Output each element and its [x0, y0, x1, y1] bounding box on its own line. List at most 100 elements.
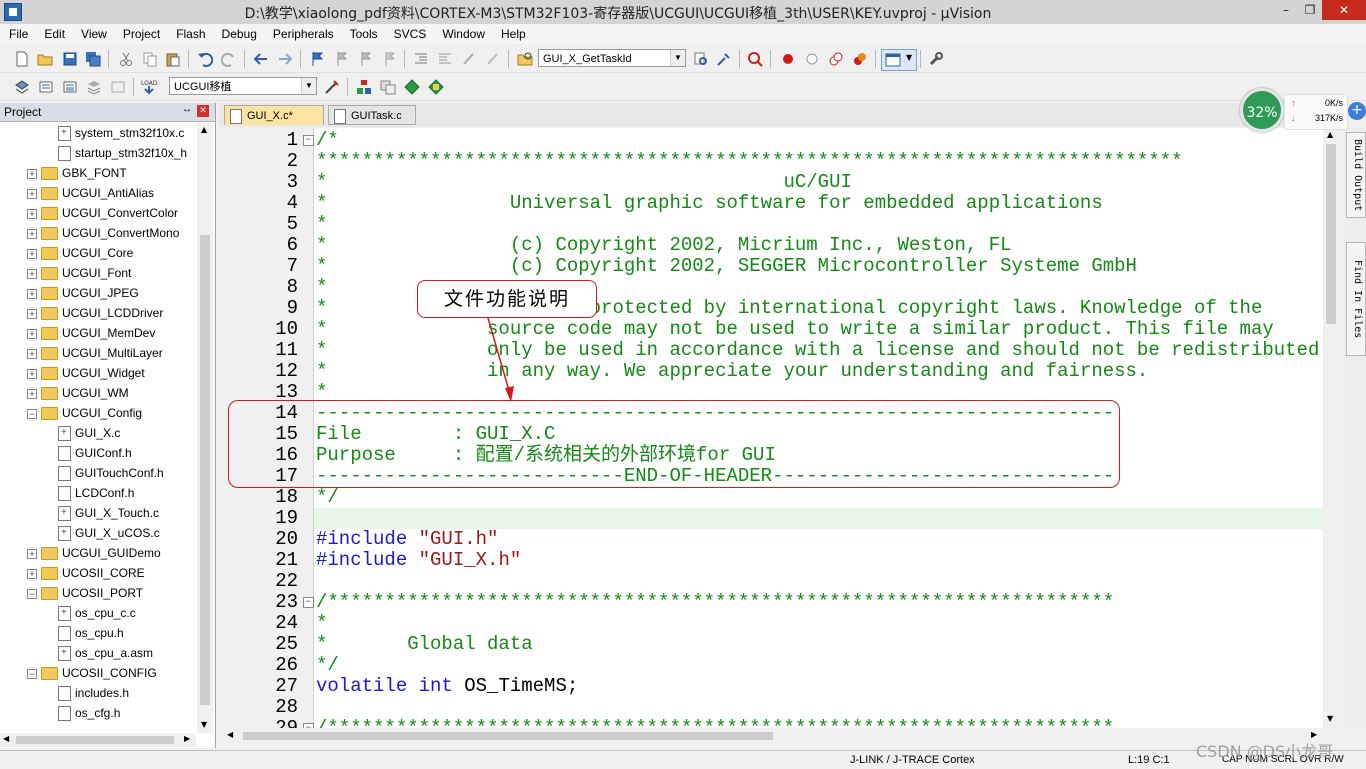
- configure-icon[interactable]: [928, 51, 944, 67]
- tree-folder[interactable]: + GBK_FONT: [27, 163, 127, 183]
- scroll-thumb[interactable]: [243, 732, 773, 740]
- incremental-find-icon[interactable]: [716, 51, 732, 67]
- batch-build-icon[interactable]: [86, 79, 102, 95]
- find-combo[interactable]: GUI_X_GetTaskId ▼: [538, 49, 686, 67]
- build-output-tab[interactable]: Build Output: [1346, 132, 1366, 218]
- expand-icon[interactable]: +: [27, 308, 37, 319]
- code-line[interactable]: 27 volatile int OS_TimeMS;: [223, 676, 1323, 697]
- tree-file[interactable]: GUITouchConf.h: [45, 463, 164, 483]
- fold-toggle-icon[interactable]: −: [303, 135, 314, 146]
- close-button[interactable]: ✕: [1322, 0, 1366, 20]
- scroll-down-icon[interactable]: ▼: [201, 720, 207, 729]
- redo-icon[interactable]: [221, 51, 237, 67]
- undo-icon[interactable]: [197, 51, 213, 67]
- expand-icon[interactable]: +: [27, 248, 37, 259]
- menu-item-view[interactable]: View: [72, 24, 114, 41]
- save-all-icon[interactable]: [85, 51, 101, 67]
- tree-file[interactable]: system_stm32f10x.c: [45, 123, 184, 143]
- code-line[interactable]: 12 * in any way. We appreciate your under…: [223, 361, 1323, 382]
- cut-icon[interactable]: [118, 51, 134, 67]
- paste-icon[interactable]: [165, 51, 181, 67]
- code-line[interactable]: 18 */: [223, 487, 1323, 508]
- expand-icon[interactable]: +: [27, 208, 37, 219]
- find-in-files-icon[interactable]: [517, 51, 533, 67]
- tree-folder[interactable]: + UCOSII_CORE: [27, 563, 145, 583]
- menu-item-file[interactable]: File: [0, 24, 35, 41]
- expand-icon[interactable]: +: [27, 228, 37, 239]
- project-horizontal-scrollbar[interactable]: ◀ ▶: [0, 733, 196, 747]
- pin-icon[interactable]: ↔: [182, 104, 192, 115]
- tree-file[interactable]: GUI_X_uCOS.c: [45, 523, 160, 543]
- tree-folder[interactable]: + UCGUI_ConvertColor: [27, 203, 178, 223]
- tree-folder[interactable]: − UCOSII_PORT: [27, 583, 143, 603]
- tree-folder[interactable]: + UCGUI_Widget: [27, 363, 145, 383]
- code-line[interactable]: 29−/************************************…: [223, 718, 1323, 728]
- tree-file[interactable]: os_cpu.h: [45, 623, 124, 643]
- menu-item-edit[interactable]: Edit: [35, 24, 72, 41]
- tree-folder[interactable]: + UCGUI_ConvertMono: [27, 223, 179, 243]
- disable-breakpoint-icon[interactable]: [804, 51, 820, 67]
- code-line[interactable]: 21 #include "GUI_X.h": [223, 550, 1323, 571]
- comment-icon[interactable]: [461, 51, 477, 67]
- code-line[interactable]: 22: [223, 571, 1323, 592]
- scroll-up-icon[interactable]: ▲: [201, 125, 207, 134]
- network-monitor-widget[interactable]: 32% ↑ 0K/s ↓ 317K/s +: [1240, 88, 1366, 134]
- code-line[interactable]: 26 */: [223, 655, 1323, 676]
- expand-icon[interactable]: +: [27, 188, 37, 199]
- scroll-thumb[interactable]: [16, 736, 174, 744]
- tree-folder[interactable]: + UCGUI_LCDDriver: [27, 303, 163, 323]
- expand-icon[interactable]: +: [27, 168, 37, 179]
- chevron-down-icon[interactable]: ▼: [301, 78, 316, 94]
- expand-icon[interactable]: +: [27, 348, 37, 359]
- next-bookmark-icon[interactable]: [357, 51, 373, 67]
- open-folder-icon[interactable]: [37, 51, 53, 67]
- code-line[interactable]: 25 * Global data: [223, 634, 1323, 655]
- menu-item-project[interactable]: Project: [114, 24, 167, 41]
- collapse-icon[interactable]: −: [27, 668, 37, 679]
- tree-file[interactable]: GUI_X.c: [45, 423, 120, 443]
- target-combo[interactable]: UCGUI移植 ▼: [169, 77, 317, 95]
- build-icon[interactable]: [38, 79, 54, 95]
- editor-vertical-scrollbar[interactable]: ▲ ▼: [1323, 128, 1339, 728]
- indent-icon[interactable]: [413, 51, 429, 67]
- code-line[interactable]: 3 * uC/GUI: [223, 172, 1323, 193]
- copy-icon[interactable]: [142, 51, 158, 67]
- tab-guitask-c[interactable]: GUITask.c: [328, 105, 416, 125]
- target-options-icon[interactable]: [324, 79, 340, 95]
- expand-icon[interactable]: +: [27, 368, 37, 379]
- menu-item-svcs[interactable]: SVCS: [385, 24, 434, 41]
- tree-file[interactable]: GUI_X_Touch.c: [45, 503, 159, 523]
- code-line[interactable]: 28: [223, 697, 1323, 718]
- new-file-icon[interactable]: [14, 51, 30, 67]
- pack-installer-icon[interactable]: [404, 79, 420, 95]
- tree-file[interactable]: startup_stm32f10x_h: [45, 143, 187, 163]
- tree-folder[interactable]: + UCGUI_MemDev: [27, 323, 155, 343]
- scroll-left-icon[interactable]: ◀: [3, 734, 9, 743]
- stop-build-icon[interactable]: [110, 79, 126, 95]
- tree-folder[interactable]: + UCGUI_Core: [27, 243, 133, 263]
- scroll-thumb[interactable]: [200, 235, 210, 705]
- scroll-thumb[interactable]: [1326, 144, 1336, 324]
- download-icon[interactable]: LOAD: [141, 79, 157, 95]
- tree-folder[interactable]: + UCGUI_Font: [27, 263, 131, 283]
- menu-item-tools[interactable]: Tools: [341, 24, 385, 41]
- project-vertical-scrollbar[interactable]: ▲ ▼: [197, 123, 213, 733]
- find-icon[interactable]: [693, 51, 709, 67]
- save-icon[interactable]: [62, 51, 78, 67]
- scroll-left-icon[interactable]: ◀: [227, 730, 233, 739]
- uncomment-icon[interactable]: [485, 51, 501, 67]
- chevron-down-icon[interactable]: ▼: [670, 50, 685, 66]
- code-line[interactable]: 9 * C/GUI is protected by international c…: [223, 298, 1323, 319]
- menu-item-peripherals[interactable]: Peripherals: [264, 24, 341, 41]
- code-line[interactable]: 6 * (c) Copyright 2002, Micrium Inc., Wes…: [223, 235, 1323, 256]
- tree-folder[interactable]: + UCGUI_GUIDemo: [27, 543, 161, 563]
- disable-all-breakpoints-icon[interactable]: [828, 51, 844, 67]
- tree-folder[interactable]: + UCGUI_JPEG: [27, 283, 139, 303]
- prev-bookmark-icon[interactable]: [333, 51, 349, 67]
- code-line[interactable]: 20 #include "GUI.h": [223, 529, 1323, 550]
- tree-folder[interactable]: − UCGUI_Config: [27, 403, 142, 423]
- debug-session-icon[interactable]: [747, 51, 763, 67]
- tree-folder[interactable]: + UCGUI_MultiLayer: [27, 343, 163, 363]
- rebuild-icon[interactable]: [62, 79, 78, 95]
- window-layout-button[interactable]: ▼: [881, 49, 917, 71]
